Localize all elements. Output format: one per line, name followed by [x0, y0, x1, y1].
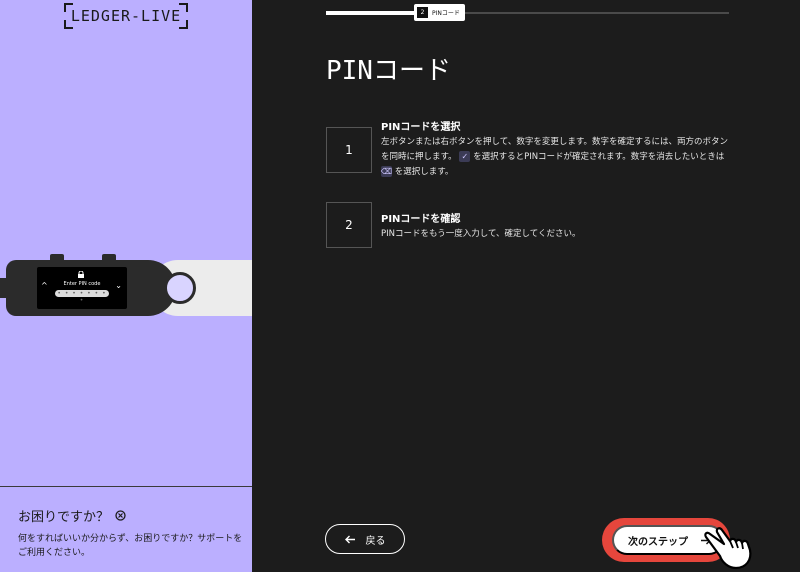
check-icon: ✓	[459, 151, 471, 162]
device-screen: ^ Enter PIN code ⌄ • • • • • • • •	[37, 267, 127, 309]
back-button[interactable]: 戻る	[325, 524, 405, 554]
next-button-label: 次のステップ	[628, 536, 688, 548]
ledger-live-logo: LEDGER-LIVE	[64, 3, 188, 29]
help-divider	[0, 486, 252, 487]
progress-fill	[326, 11, 415, 15]
device-pin-dots: • • • • • • • •	[55, 290, 109, 304]
progress-step-label: PINコード	[432, 10, 460, 17]
device-screen-prompt: Enter PIN code	[63, 281, 101, 287]
left-panel: LEDGER-LIVE ^ Enter PIN code ⌄ • • • • •…	[0, 0, 252, 572]
step-2-description: PINコードをもう一度入力して、確定してください。	[381, 229, 581, 239]
step-1-desc-part2: を選択するとPINコードが確定されます。数字を消去したいときは	[473, 152, 725, 162]
lock-icon	[78, 271, 84, 278]
arrow-left-icon	[344, 535, 355, 543]
help-text: 何をすればいいか分からず、お困りですか？サポートをご利用ください。	[18, 534, 243, 558]
backspace-icon: ⌫	[380, 166, 393, 177]
step-1-number: 1	[345, 143, 353, 157]
device-ring	[164, 272, 196, 304]
step-2-number: 2	[345, 218, 353, 232]
back-button-label: 戻る	[365, 535, 386, 547]
help-circle-icon	[115, 510, 126, 521]
step-1-description: 左ボタンまたは右ボタンを押して、数字を変更します。数字を確定するには、両方のボタ…	[381, 135, 731, 180]
step-1-heading: PINコードを選択	[381, 122, 461, 133]
hand-pointer-icon	[704, 527, 752, 570]
device-right-arrow-icon: ⌄	[115, 281, 122, 290]
step-1-desc-part3: を選択します。	[394, 167, 454, 177]
help-title[interactable]: お困りですか？	[18, 506, 126, 525]
step-2-heading: PINコードを確認	[381, 214, 461, 225]
page-title: PINコード	[326, 56, 451, 86]
help-title-text: お困りですか？	[18, 510, 110, 525]
step-2-number-box: 2	[326, 202, 372, 248]
step-1-number-box: 1	[326, 127, 372, 173]
progress-current-step: 2 PINコード	[414, 4, 465, 21]
logo-text: LEDGER-LIVE	[70, 7, 182, 25]
progress-step-number: 2	[417, 7, 428, 18]
